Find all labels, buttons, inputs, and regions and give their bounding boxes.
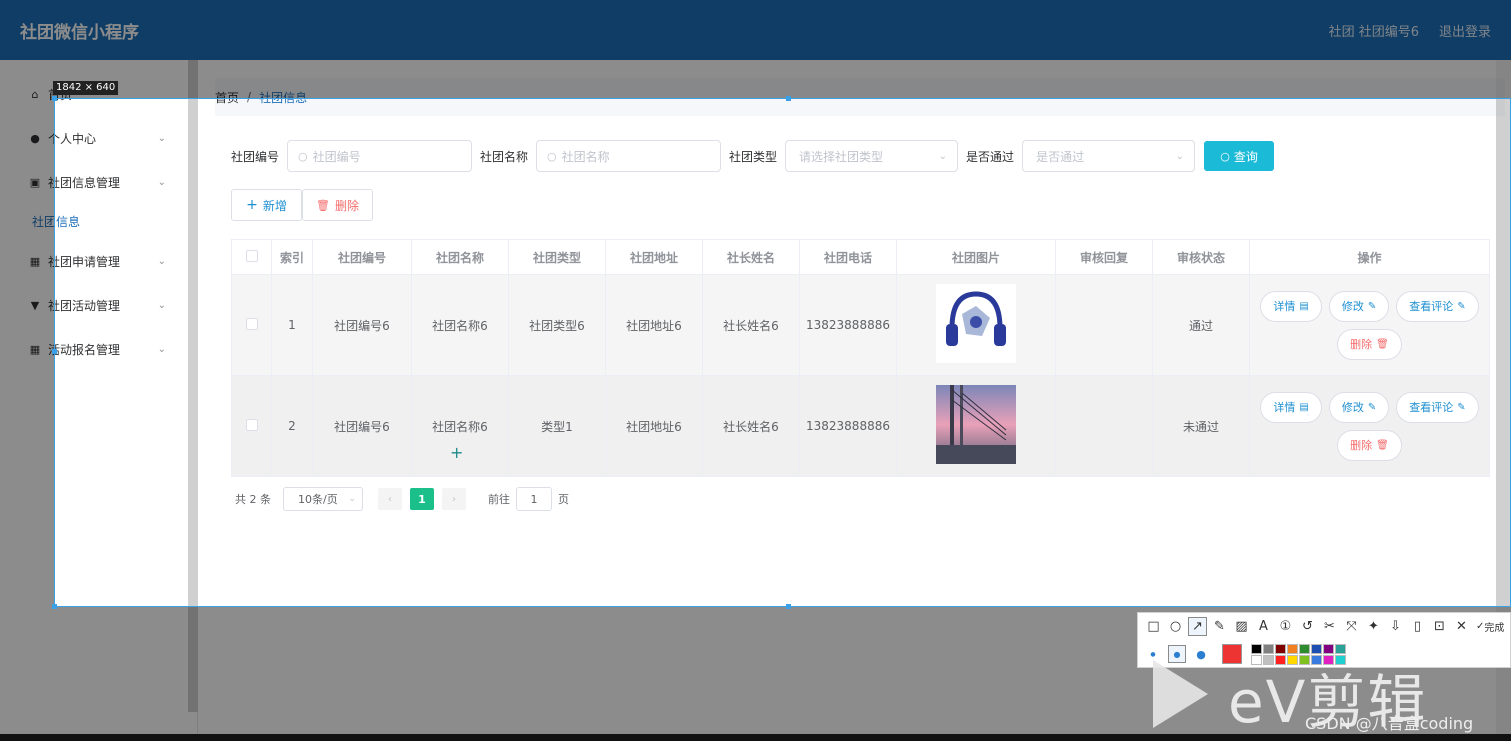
close-icon[interactable]: ✕: [1452, 617, 1471, 636]
scissors-icon[interactable]: ✂: [1320, 617, 1339, 636]
ev-logo-icon: [1153, 660, 1208, 728]
color-swatch[interactable]: [1311, 643, 1322, 654]
capture-dim-left: [0, 98, 54, 607]
pin-icon[interactable]: ✦: [1364, 617, 1383, 636]
confirm-button[interactable]: ✓ 完成: [1476, 617, 1504, 636]
color-swatch[interactable]: [1335, 643, 1346, 654]
confirm-label: 完成: [1484, 622, 1505, 634]
phone-icon[interactable]: ▯: [1408, 617, 1427, 636]
color-swatch[interactable]: [1323, 643, 1334, 654]
selection-handle[interactable]: [52, 96, 57, 101]
capture-tools-row: □ ○ ↗ ✎ ▨ A ① ↺ ✂ ⤧ ✦ ⇩ ▯ ⊡ ✕ ✓ 完成: [1144, 615, 1504, 637]
color-swatch[interactable]: [1299, 643, 1310, 654]
bookmark-icon[interactable]: ⊡: [1430, 617, 1449, 636]
selection-handle[interactable]: [52, 604, 57, 609]
capture-dim-top: [0, 0, 1511, 98]
arrow-tool-icon[interactable]: ↗: [1188, 616, 1207, 636]
selection-handle[interactable]: [52, 349, 57, 354]
mosaic-tool-icon[interactable]: ▨: [1232, 617, 1251, 636]
selection-handle[interactable]: [786, 604, 791, 609]
expand-icon[interactable]: ⤧: [1342, 617, 1361, 636]
color-swatch[interactable]: [1251, 643, 1262, 654]
ellipse-tool-icon[interactable]: ○: [1166, 617, 1185, 636]
rectangle-tool-icon[interactable]: □: [1144, 617, 1163, 636]
bottom-bar: [0, 734, 1511, 741]
color-swatch[interactable]: [1275, 643, 1286, 654]
crosshair-cursor-icon: +: [450, 443, 464, 462]
color-swatch[interactable]: [1263, 643, 1274, 654]
csdn-watermark: CSDN @八音盒coding: [1305, 714, 1474, 733]
number-tool-icon[interactable]: ①: [1276, 617, 1295, 636]
text-tool-icon[interactable]: A: [1254, 617, 1273, 636]
capture-selection-box[interactable]: [54, 98, 1511, 607]
selection-handle[interactable]: [786, 96, 791, 101]
download-icon[interactable]: ⇩: [1386, 617, 1405, 636]
undo-icon[interactable]: ↺: [1298, 617, 1317, 636]
color-swatch[interactable]: [1287, 643, 1298, 654]
selection-size-badge: 1842 × 640: [53, 81, 119, 95]
pencil-tool-icon[interactable]: ✎: [1210, 617, 1229, 636]
